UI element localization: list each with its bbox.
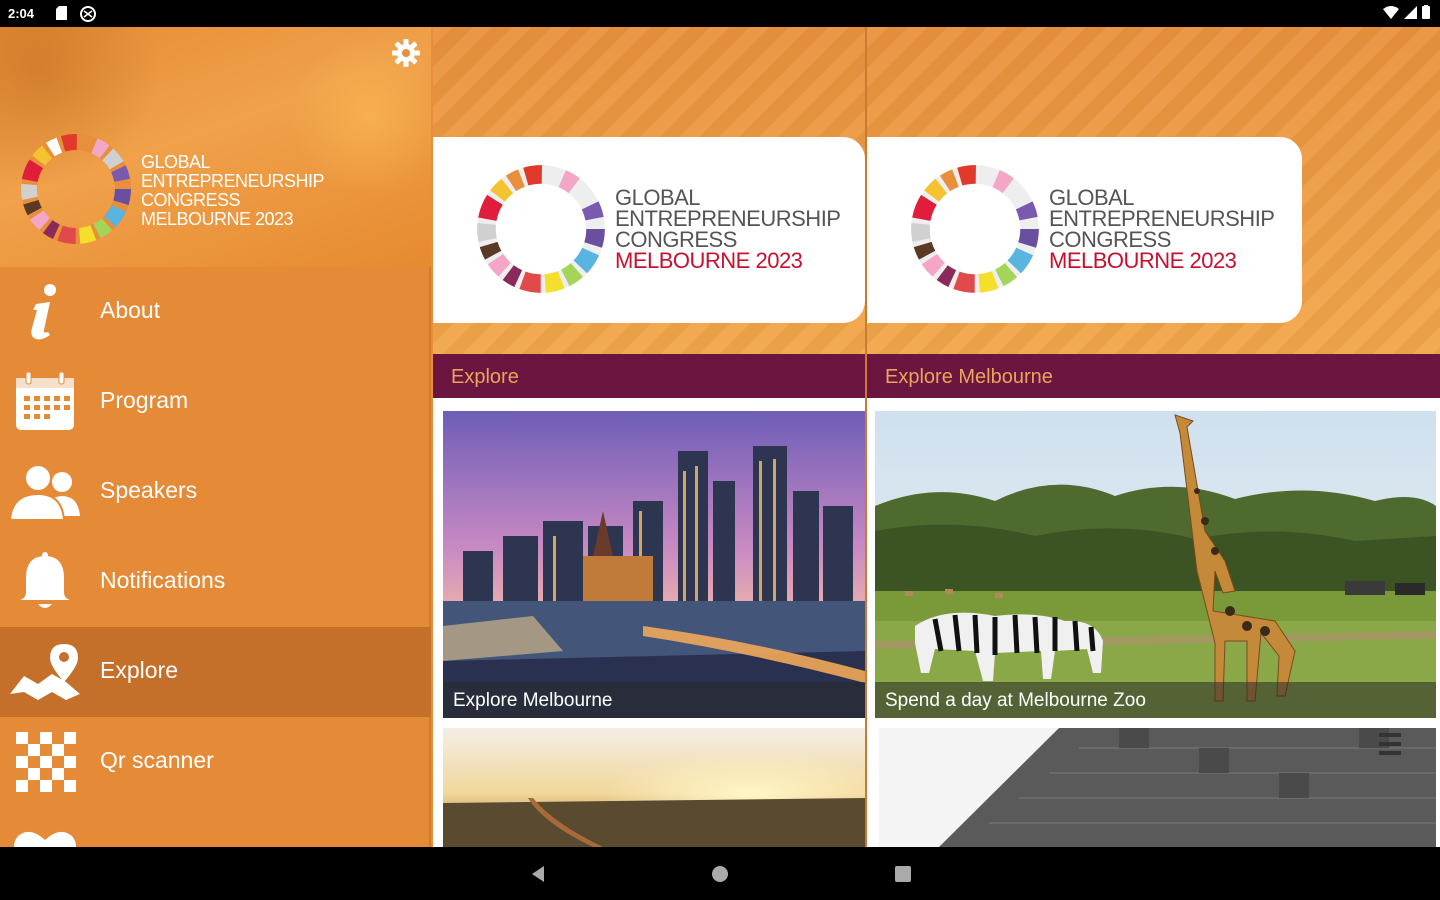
map-pin-icon [10,644,80,700]
sd-card-icon [56,6,67,20]
congress-ring-logo-icon [21,134,131,244]
menu-item-label: Speakers [100,477,198,503]
logo-line: CONGRESS [1049,227,1171,252]
logo-line: GLOBAL [1049,185,1135,210]
sync-icon [80,6,96,22]
menu-item-explore[interactable]: Explore [0,627,431,717]
congress-logo-text: GLOBAL ENTREPRENEURSHIP CONGRESS MELBOUR… [615,185,841,273]
menu-item-program[interactable]: Program [0,357,431,447]
calendar-icon [16,372,74,430]
outback-sunrise-image [443,728,865,847]
section-title: Explore [451,366,519,388]
tile-melbourne-zoo[interactable]: Spend a day at Melbourne Zoo [875,411,1436,718]
menu-item-label: About [100,297,161,323]
congress-ring-logo-icon [911,165,1039,293]
heart-icon [14,831,76,847]
tile-list: Spend a day at Melbourne Zoo [867,398,1440,847]
tile-caption-text: Explore Melbourne [453,690,613,711]
congress-logo-card: GLOBAL ENTREPRENEURSHIP CONGRESS MELBOUR… [867,137,1302,323]
menu-item-about[interactable]: About [0,267,431,357]
recents-icon[interactable] [893,864,913,884]
settings-gear-icon[interactable] [390,37,422,69]
logo-line: ENTREPRENEURSHIP [141,171,325,191]
tile-caption: Spend a day at Melbourne Zoo [875,682,1436,718]
section-header-explore: Explore [433,354,865,398]
logo-line: MELBOURNE 2023 [141,209,294,229]
back-icon[interactable] [528,864,548,884]
wifi-icon [1383,5,1399,19]
drawer-congress-logo: GLOBAL ENTREPRENEURSHIP CONGRESS MELBOUR… [20,133,340,248]
bell-icon [20,552,70,608]
home-icon[interactable] [710,864,730,884]
menu-item-partial[interactable] [0,807,431,847]
content-area: GLOBAL ENTREPRENEURSHIP CONGRESS MELBOUR… [433,27,1440,847]
logo-line: MELBOURNE 2023 [615,248,803,273]
menu-item-label: Notifications [100,567,226,593]
drawer-logo-text: GLOBAL ENTREPRENEURSHIP CONGRESS MELBOUR… [141,152,325,229]
tile-caption: Explore Melbourne [443,682,865,718]
cell-signal-icon [1404,5,1417,19]
drawer-menu: About Program Speakers Notifications Exp… [0,267,431,847]
info-icon [31,284,56,340]
logo-line: ENTREPRENEURSHIP [1049,206,1275,231]
logo-line: CONGRESS [615,227,737,252]
tile-explore-melbourne[interactable]: Explore Melbourne [443,411,865,718]
battery-icon [1422,5,1430,19]
column-divider [865,27,867,847]
menu-item-label: Explore [100,657,178,683]
menu-item-label: Program [100,387,189,413]
tile-list: Explore Melbourne [433,398,865,847]
drawer-header: GLOBAL ENTREPRENEURSHIP CONGRESS MELBOUR… [0,27,431,267]
melbourne-skyline-image [443,411,865,718]
congress-logo-card: GLOBAL ENTREPRENEURSHIP CONGRESS MELBOUR… [433,137,865,323]
congress-logo-text: GLOBAL ENTREPRENEURSHIP CONGRESS MELBOUR… [1049,185,1275,273]
qr-icon [16,732,76,792]
congress-ring-logo-icon [477,165,605,293]
logo-line: MELBOURNE 2023 [1049,248,1237,273]
logo-line: GLOBAL [615,185,701,210]
logo-line: GLOBAL [141,152,211,172]
menu-item-qr-scanner[interactable]: Qr scanner [0,717,431,807]
building-facade-image [879,728,1436,847]
menu-item-notifications[interactable]: Notifications [0,537,431,627]
logo-line: ENTREPRENEURSHIP [615,206,841,231]
section-title: Explore Melbourne [885,366,1053,388]
status-bar: 2:04 [0,0,1440,27]
tile-caption-text: Spend a day at Melbourne Zoo [885,690,1146,711]
section-header-explore-melbourne: Explore Melbourne [867,354,1440,398]
navigation-drawer: GLOBAL ENTREPRENEURSHIP CONGRESS MELBOUR… [0,27,431,847]
tile-outback[interactable] [443,728,865,847]
status-time: 2:04 [8,6,35,21]
zoo-giraffe-zebra-image [875,411,1436,718]
menu-item-label: Qr scanner [100,747,214,773]
tile-building[interactable] [879,728,1436,847]
menu-item-speakers[interactable]: Speakers [0,447,431,537]
system-nav-bar [0,847,1440,900]
app-window: GLOBAL ENTREPRENEURSHIP CONGRESS MELBOUR… [0,27,1440,847]
people-icon [10,464,80,521]
logo-line: CONGRESS [141,190,241,210]
